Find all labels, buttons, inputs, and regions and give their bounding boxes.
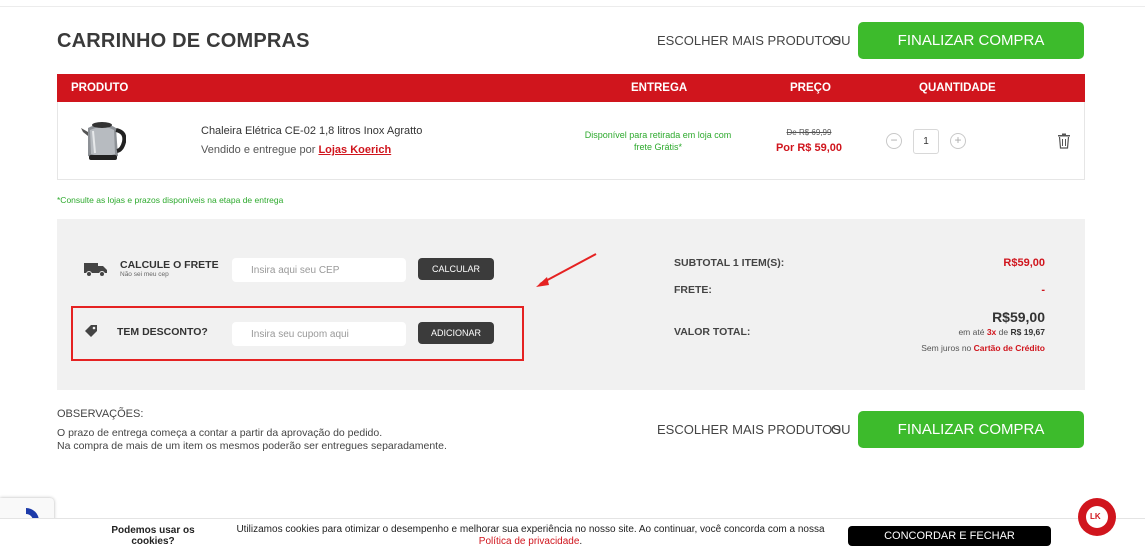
chat-badge: LK <box>1086 506 1108 528</box>
delivery-line-2: frete Grátis* <box>633 142 682 152</box>
total-label: VALOR TOTAL: <box>674 326 751 338</box>
header-delivery: ENTREGA <box>631 82 688 94</box>
no-interest-info: Sem juros no Cartão de Crédito <box>921 343 1045 353</box>
freight-value: - <box>1041 284 1045 296</box>
dont-know-cep-link[interactable]: Não sei meu cep <box>120 271 169 278</box>
installment-mid: de <box>998 327 1009 337</box>
cookie-message-text: Utilizamos cookies para otimizar o desem… <box>236 524 825 535</box>
arrow-annotation <box>536 253 597 287</box>
total-value: R$59,00 <box>992 309 1045 325</box>
header-price: PREÇO <box>790 82 831 94</box>
freight-label: FRETE: <box>674 284 712 296</box>
seller-link[interactable]: Lojas Koerich <box>318 144 391 156</box>
notes-title: OBSERVAÇÕES: <box>57 408 144 420</box>
discount-highlight-box <box>71 306 524 361</box>
decrease-quantity-button[interactable]: − <box>886 133 902 149</box>
delivery-line-1: Disponível para retirada em loja com <box>584 130 732 140</box>
calculate-shipping-button[interactable]: CALCULAR <box>418 258 494 280</box>
sold-by-text: Vendido e entregue por <box>201 144 316 156</box>
header-product: PRODUTO <box>71 82 129 94</box>
cart-page: CARRINHO DE COMPRAS ESCOLHER MAIS PRODUT… <box>0 0 1145 548</box>
subtotal-label: SUBTOTAL 1 ITEM(S): <box>674 257 785 269</box>
no-interest-prefix: Sem juros no <box>921 343 972 353</box>
shipping-label: CALCULE O FRETE <box>120 259 219 271</box>
checkout-button-top[interactable]: FINALIZAR COMPRA <box>858 22 1084 59</box>
or-text-top: OU <box>831 33 851 48</box>
cart-table-header: PRODUTO ENTREGA PREÇO QUANTIDADE <box>57 74 1085 102</box>
credit-card-text: Cartão de Crédito <box>973 343 1045 353</box>
cookie-message: Utilizamos cookies para otimizar o desem… <box>228 524 833 548</box>
checkout-button-bottom[interactable]: FINALIZAR COMPRA <box>858 411 1084 448</box>
chat-icon[interactable]: LK <box>1078 498 1116 536</box>
cookie-question: Podemos usar os cookies? <box>111 525 195 547</box>
kettle-product-image[interactable] <box>80 114 126 164</box>
current-price: Por R$ 59,00 <box>775 142 843 154</box>
truck-icon <box>84 263 107 277</box>
quantity-input[interactable] <box>913 129 939 154</box>
installment-prefix: em até <box>958 327 985 337</box>
cookie-period: . <box>579 536 583 547</box>
product-name[interactable]: Chaleira Elétrica CE-02 1,8 litros Inox … <box>201 125 422 137</box>
summary-panel <box>57 219 1085 390</box>
old-price: De R$ 69,99 <box>786 128 832 137</box>
seller-info: Vendido e entregue por Lojas Koerich <box>201 144 391 156</box>
installment-count: 3x <box>986 327 997 337</box>
trash-icon[interactable] <box>1057 133 1071 149</box>
accept-cookies-button[interactable]: CONCORDAR E FECHAR <box>848 526 1051 546</box>
cart-item-row: Chaleira Elétrica CE-02 1,8 litros Inox … <box>57 102 1085 180</box>
choose-more-products-link-top[interactable]: ESCOLHER MAIS PRODUTOS <box>657 33 841 48</box>
chat-badge-text: LK <box>1090 512 1101 521</box>
installment-info: em até 3x de R$ 19,67 <box>958 327 1045 337</box>
installment-value: R$ 19,67 <box>1010 327 1046 337</box>
notes-line-2: Na compra de mais de um item os mesmos p… <box>57 440 447 452</box>
delivery-consult-note: *Consulte as lojas e prazos disponíveis … <box>57 195 284 205</box>
or-text-bottom: OU <box>831 422 851 437</box>
cep-input[interactable] <box>232 258 406 282</box>
subtotal-value: R$59,00 <box>1003 257 1045 269</box>
page-title: CARRINHO DE COMPRAS <box>57 30 310 52</box>
increase-quantity-button[interactable]: + <box>950 133 966 149</box>
header-quantity: QUANTIDADE <box>919 82 996 94</box>
delivery-info: Disponível para retirada em loja com fre… <box>578 129 738 153</box>
top-divider <box>0 6 1145 7</box>
choose-more-products-link-bottom[interactable]: ESCOLHER MAIS PRODUTOS <box>657 422 841 437</box>
privacy-policy-link[interactable]: Política de privacidade <box>479 536 580 547</box>
notes-line-1: O prazo de entrega começa a contar a par… <box>57 427 383 439</box>
